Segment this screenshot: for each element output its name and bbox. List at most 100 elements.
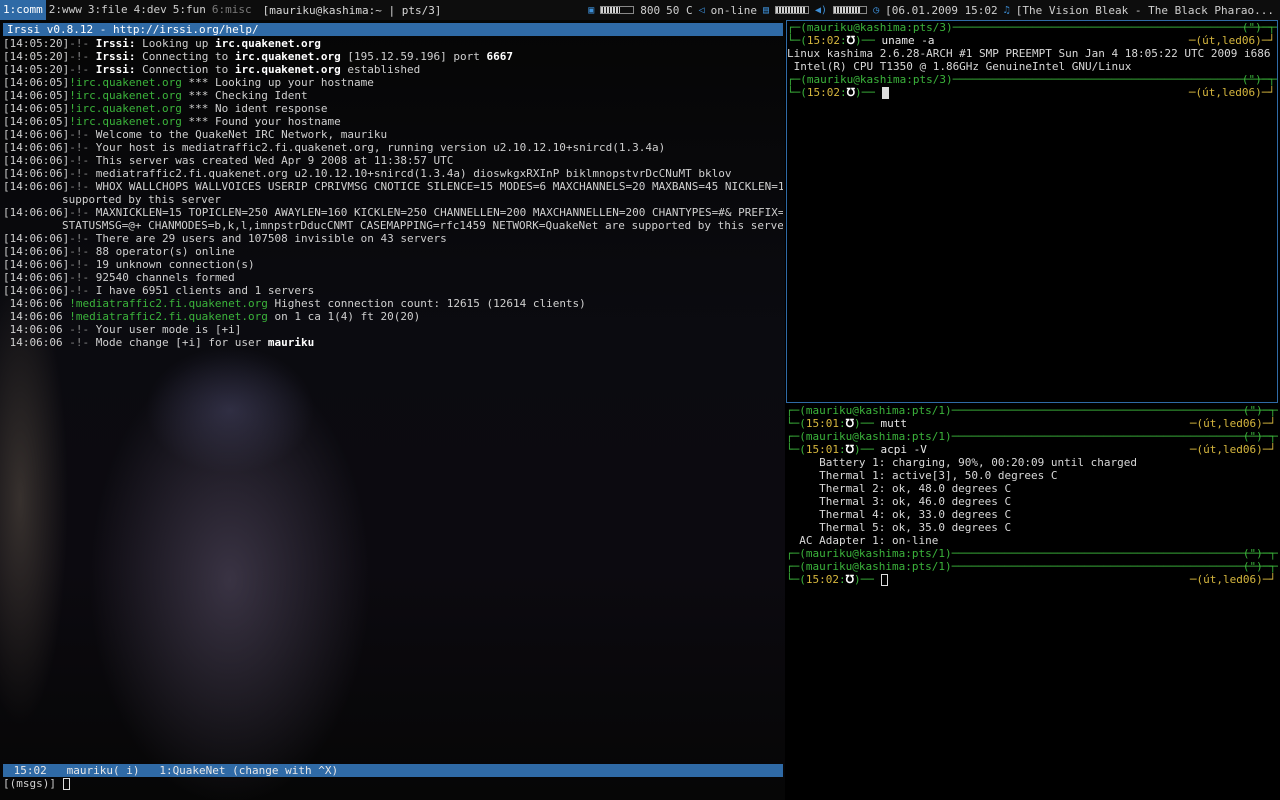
log-timestamp: [14:06:06] xyxy=(3,245,70,258)
log-line: [14:05:20]-!- Irssi: Connecting to irc.q… xyxy=(3,50,783,63)
datetime: [06.01.2009 15:02 xyxy=(885,3,998,17)
log-line: [14:05:20]-!- Irssi: Looking up irc.quak… xyxy=(3,37,783,50)
log-marker: -!- xyxy=(69,258,90,271)
cpu-bar xyxy=(600,6,635,14)
log-marker: -!- xyxy=(69,323,90,336)
log-timestamp: [14:06:05] xyxy=(3,89,70,102)
prompt-time: 15:01 xyxy=(805,443,839,456)
irssi-title-bar: Irssi v0.8.12 - http://irssi.org/help/ xyxy=(3,23,783,36)
log-line: [14:06:05]!irc.quakenet.org *** No ident… xyxy=(3,102,783,115)
workspace-tag[interactable]: 4:dev xyxy=(131,0,170,20)
prompt-sep: :℧)── xyxy=(839,443,874,456)
server-name: !mediatraffic2.fi.quakenet.org xyxy=(69,310,268,323)
log-text: *** Checking Ident xyxy=(181,89,308,102)
command-text: acpi -V xyxy=(873,443,927,456)
log-marker: -!- xyxy=(69,167,90,180)
prompt-time: 15:02 xyxy=(806,34,840,47)
prompt-time: 15:01 xyxy=(805,417,839,430)
log-line: 14:06:06 !mediatraffic2.fi.quakenet.org … xyxy=(3,297,783,310)
log-text: This server was created Wed Apr 9 2008 a… xyxy=(89,154,454,167)
log-timestamp: [14:06:06] xyxy=(3,141,70,154)
battery-bar xyxy=(775,6,810,14)
log-timestamp: [14:06:06] xyxy=(3,206,70,219)
log-timestamp: [14:06:05] xyxy=(3,76,70,89)
log-timestamp: [14:05:20] xyxy=(3,63,70,76)
workspace-tag[interactable]: 6:misc xyxy=(209,0,255,20)
command-text xyxy=(874,573,881,586)
log-timestamp: 14:06:06 xyxy=(3,297,70,310)
log-line: STATUSMSG=@+ CHANMODES=b,k,l,imnpstrDduc… xyxy=(3,219,783,232)
log-text: mediatraffic2.fi.quakenet.org u2.10.12.1… xyxy=(89,167,732,180)
terminal-line: Thermal 2: ok, 48.0 degrees C xyxy=(786,482,1278,495)
irssi-input-line[interactable]: [(msgs)] xyxy=(3,777,70,790)
log-marker: -!- xyxy=(69,180,90,193)
log-marker: -!- xyxy=(69,232,90,245)
log-text: STATUSMSG=@+ CHANMODES=b,k,l,imnpstrDduc… xyxy=(62,219,783,232)
workspace-tag[interactable]: 3:file xyxy=(85,0,131,20)
clock-icon: ◷ xyxy=(873,4,880,16)
prompt-header-end: (")─┐ xyxy=(1241,73,1275,86)
log-timestamp: [14:06:06] xyxy=(3,258,70,271)
text-cursor xyxy=(880,574,888,586)
log-line: [14:06:06]-!- 88 operator(s) online xyxy=(3,245,783,258)
prompt-right-info: ─(út,led06)─┘ xyxy=(1189,573,1276,586)
log-line: [14:06:05]!irc.quakenet.org *** Found yo… xyxy=(3,115,783,128)
net-status: on-line xyxy=(710,3,757,17)
volume-bar[interactable] xyxy=(833,6,868,14)
workspace-tag[interactable]: 2:www xyxy=(46,0,85,20)
log-line: [14:06:06]-!- Your host is mediatraffic2… xyxy=(3,141,783,154)
irssi-window[interactable]: Irssi v0.8.12 - http://irssi.org/help/ [… xyxy=(0,20,785,800)
top-status-bar: 1:comm 2:www 3:file 4:dev 5:fun 6:misc [mauri… xyxy=(0,0,1280,20)
prompt-corner: └─( xyxy=(786,573,806,586)
log-marker: -!- xyxy=(69,284,90,297)
log-text: mauriku xyxy=(267,336,315,349)
prompt-corner: └─( xyxy=(787,86,807,99)
log-text: Irssi: xyxy=(95,37,136,50)
terminal-line: Thermal 3: ok, 46.0 degrees C xyxy=(786,495,1278,508)
log-text: MAXNICKLEN=15 TOPICLEN=250 AWAYLEN=160 K… xyxy=(89,206,783,219)
log-text: There are 29 users and 107508 invisible … xyxy=(89,232,447,245)
prompt-corner: └─( xyxy=(786,443,806,456)
prompt-header-end: (")─┐ xyxy=(1242,547,1276,560)
workspace-tag[interactable]: 5:fun xyxy=(170,0,209,20)
log-marker: -!- xyxy=(69,128,90,141)
command-text xyxy=(875,86,882,99)
log-timestamp: 14:06:06 xyxy=(3,323,70,336)
log-text: Your user mode is [+i] xyxy=(89,323,242,336)
prompt-header: ┌─(mauriku@kashima:pts/1)───────────────… xyxy=(786,404,1278,417)
log-line: [14:06:06]-!- mediatraffic2.fi.quakenet.… xyxy=(3,167,783,180)
log-marker: -!- xyxy=(69,336,90,349)
workspace-tag[interactable]: 1:comm xyxy=(0,0,46,20)
log-text: 6667 xyxy=(486,50,514,63)
log-text: 88 operator(s) online xyxy=(89,245,235,258)
log-line: [14:06:06]-!- WHOX WALLCHOPS WALLVOICES … xyxy=(3,180,783,193)
command-output: Thermal 4: ok, 33.0 degrees C xyxy=(786,508,1012,521)
workspace-tags: 1:comm 2:www 3:file 4:dev 5:fun 6:misc xyxy=(0,0,255,20)
command-output: Thermal 3: ok, 46.0 degrees C xyxy=(786,495,1012,508)
log-line: [14:06:06]-!- 92540 channels formed xyxy=(3,271,783,284)
log-marker: -!- xyxy=(69,245,90,258)
log-line: [14:06:05]!irc.quakenet.org *** Looking … xyxy=(3,76,783,89)
prompt-time: 15:02 xyxy=(805,573,839,586)
command-output: Thermal 2: ok, 48.0 degrees C xyxy=(786,482,1012,495)
log-text: [195.12.59.196] port xyxy=(340,50,487,63)
terminal-line: ┌─(mauriku@kashima:pts/1)───────────────… xyxy=(786,430,1278,443)
now-playing: [The Vision Bleak - The Black Pharao... xyxy=(1015,3,1274,17)
terminal-pts1[interactable]: ┌─(mauriku@kashima:pts/1)───────────────… xyxy=(786,404,1278,796)
log-timestamp: [14:06:06] xyxy=(3,154,70,167)
prompt-header-end: (")─┐ xyxy=(1242,404,1276,417)
log-timestamp: [14:05:20] xyxy=(3,50,70,63)
terminal-pts3[interactable]: ┌─(mauriku@kashima:pts/3)───────────────… xyxy=(786,20,1278,403)
irssi-status-bar: 15:02 mauriku( i) 1:QuakeNet (change wit… xyxy=(3,764,783,777)
temperature: 50 C xyxy=(666,3,693,17)
server-name: !irc.quakenet.org xyxy=(69,115,182,128)
command-text: mutt xyxy=(873,417,908,430)
cpu-freq: 800 xyxy=(640,3,661,17)
prompt-header: ┌─(mauriku@kashima:pts/1)───────────────… xyxy=(786,430,1278,443)
prompt-header: ┌─(mauriku@kashima:pts/3)───────────────… xyxy=(787,73,1277,86)
terminal-line: └─(15:01:℧)── acpi -V ─(út,led06)─┘ xyxy=(786,443,1278,456)
prompt-header-end: (")─┐ xyxy=(1241,21,1275,34)
log-text: *** Found your hostname xyxy=(181,115,341,128)
log-text: Your host is mediatraffic2.fi.quakenet.o… xyxy=(89,141,666,154)
